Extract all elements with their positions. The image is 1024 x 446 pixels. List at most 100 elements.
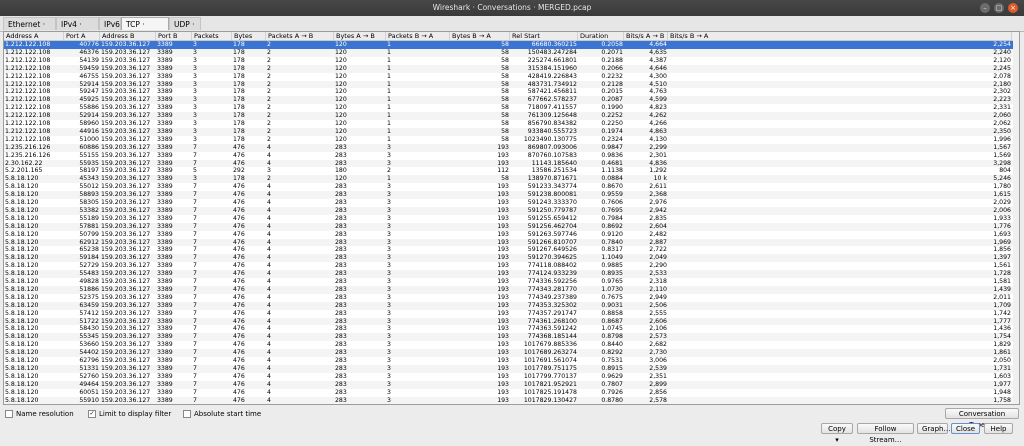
column-header-port-b[interactable]: Port B — [156, 32, 192, 40]
table-row[interactable]: 5.8.18.120 52729 159.203.36.127 3389 7 476 4 28… — [4, 262, 1019, 270]
table-row[interactable]: 2.30.162.22 55935 159.203.36.127 3389 7 476 4 2… — [4, 159, 1019, 168]
graph-button[interactable]: Graph… — [917, 423, 950, 434]
tab-ipv4[interactable]: IPv4 · 667 — [56, 17, 99, 42]
table-row[interactable]: 1.212.122.108 45925 159.203.36.127 3389 3 178… — [4, 96, 1019, 105]
column-header-bps-b-a[interactable]: Bits/s B → A — [668, 32, 1012, 40]
table-row[interactable]: 1.212.122.108 59459 159.203.36.127 3389 3 178… — [4, 64, 1019, 73]
table-row[interactable]: 5.8.18.120 51886 159.203.36.127 3389 7 476 4 28… — [4, 285, 1019, 294]
table-row[interactable]: 1.212.122.108 52914 159.203.36.127 3389 3 178… — [4, 80, 1019, 89]
table-row[interactable]: 1.212.122.108 46755 159.203.36.127 3389 3 178… — [4, 73, 1019, 81]
cell-port-b: 3389 — [157, 80, 173, 88]
cell-port-b: 3389 — [157, 206, 173, 214]
table-row[interactable]: 5.8.18.120 57881 159.203.36.127 3389 7 476 4 28… — [4, 222, 1019, 231]
table-row[interactable]: 1.212.122.108 52914 159.203.36.127 3389 3 178… — [4, 112, 1019, 120]
table-row[interactable]: 1.212.122.108 51000 159.203.36.127 3389 3 178… — [4, 136, 1019, 144]
cell-bytes-a-b: 283 — [335, 214, 347, 222]
table-row[interactable]: 1.235.216.126 60886 159.203.36.127 3389 7 476… — [4, 143, 1019, 152]
table-row[interactable]: 5.8.18.120 55345 159.203.36.127 3389 7 476 4 28… — [4, 333, 1019, 342]
table-row[interactable]: 1.212.122.108 46376 159.203.36.127 3389 3 178… — [4, 48, 1019, 57]
conversation-types-button[interactable]: Conversation Types ▾ — [945, 408, 1019, 429]
tab-udp[interactable]: UDP · 1 — [169, 17, 201, 42]
cell-bytes: 178 — [233, 56, 245, 64]
cell-bps-b-a: 1,829 — [993, 341, 1011, 349]
cell-port-b: 3389 — [157, 349, 173, 357]
table-row[interactable]: 5.8.18.120 62796 159.203.36.127 3389 7 476 4 28… — [4, 357, 1019, 365]
table-row[interactable]: 5.8.18.120 54402 159.203.36.127 3389 7 476 4 28… — [4, 349, 1019, 357]
table-row[interactable]: 5.8.18.120 45343 159.203.36.127 3389 3 178 2 12… — [4, 175, 1019, 184]
tab-ipv6[interactable]: IPv6 — [99, 17, 121, 30]
column-header-packets[interactable]: Packets — [192, 32, 232, 40]
table-row[interactable]: 5.8.18.120 53382 159.203.36.127 3389 7 476 4 28… — [4, 206, 1019, 215]
table-row[interactable]: 5.8.18.120 51331 159.203.36.127 3389 7 476 4 28… — [4, 364, 1019, 373]
table-row[interactable]: 5.8.18.120 52760 159.203.36.127 3389 7 476 4 28… — [4, 373, 1019, 381]
table-row[interactable]: 1.212.122.108 44916 159.203.36.127 3389 3 178… — [4, 127, 1019, 136]
column-header-duration[interactable]: Duration — [578, 32, 624, 40]
table-row[interactable]: 5.8.18.120 58305 159.203.36.127 3389 7 476 4 28… — [4, 199, 1019, 207]
maximize-icon[interactable]: □ — [994, 3, 1004, 13]
column-header-bytes[interactable]: Bytes — [232, 32, 266, 40]
cell-packets-a-b: 2 — [267, 80, 271, 88]
cell-address-b: 159.203.36.127 — [101, 120, 151, 127]
table-row[interactable]: 5.8.18.120 52375 159.203.36.127 3389 7 476 4 28… — [4, 294, 1019, 302]
cell-port-a: 55935 — [79, 159, 99, 167]
table-row[interactable]: 5.8.18.120 49464 159.203.36.127 3389 7 476 4 28… — [4, 380, 1019, 389]
table-row[interactable]: 1.212.122.108 55886 159.203.36.127 3389 3 178… — [4, 104, 1019, 112]
tab-tcp[interactable]: TCP · 29969 — [121, 17, 169, 42]
column-header-packets-b-a[interactable]: Packets B → A — [386, 32, 450, 40]
table-row[interactable]: 5.8.18.120 55910 159.203.36.127 3389 7 476 4 28… — [4, 396, 1019, 404]
vertical-scrollbar[interactable] — [1013, 32, 1019, 404]
cell-address-b: 159.203.36.127 — [101, 159, 151, 167]
cell-duration: 0.8692 — [601, 222, 623, 230]
cell-bytes-a-b: 120 — [335, 175, 347, 183]
table-row[interactable]: 5.8.18.120 55012 159.203.36.127 3389 7 476 4 28… — [4, 183, 1019, 191]
table-row[interactable]: 5.8.18.120 55483 159.203.36.127 3389 7 476 4 28… — [4, 270, 1019, 278]
table-row[interactable]: 5.8.18.120 58893 159.203.36.127 3389 7 476 4 28… — [4, 191, 1019, 199]
column-header-packets-a-b[interactable]: Packets A → B — [266, 32, 334, 40]
limit-filter-checkbox[interactable]: ✓ Limit to display filter — [88, 409, 171, 419]
table-row[interactable]: 5.8.18.120 58430 159.203.36.127 3389 7 476 4 28… — [4, 325, 1019, 333]
column-header-port-a[interactable]: Port A — [64, 32, 100, 40]
table-row[interactable]: 5.8.18.120 62912 159.203.36.127 3389 7 476 4 28… — [4, 238, 1019, 247]
table-row[interactable]: 1.235.216.126 55155 159.203.36.127 3389 7 476… — [4, 152, 1019, 160]
cell-packets-a-b: 4 — [267, 206, 271, 214]
cell-port-a: 52914 — [79, 80, 99, 88]
cell-address-b: 159.203.36.127 — [101, 206, 151, 214]
table-row[interactable]: 5.8.18.120 50799 159.203.36.127 3389 7 476 4 28… — [4, 231, 1019, 239]
help-button[interactable]: Help — [984, 423, 1013, 434]
name-resolution-checkbox[interactable]: Name resolution — [5, 409, 74, 419]
table-row[interactable]: 5.8.18.120 59184 159.203.36.127 3389 7 476 4 28… — [4, 254, 1019, 263]
table-row[interactable]: 5.8.18.120 60051 159.203.36.127 3389 7 476 4 28… — [4, 389, 1019, 397]
cell-bps-a-b: 2,351 — [649, 372, 667, 380]
close-icon[interactable]: × — [1008, 3, 1018, 13]
table-row[interactable]: 1.212.122.108 58960 159.203.36.127 3389 3 178… — [4, 120, 1019, 128]
table-row[interactable]: 5.8.18.120 53660 159.203.36.127 3389 7 476 4 28… — [4, 341, 1019, 349]
absolute-start-checkbox[interactable]: Absolute start time — [183, 409, 261, 419]
close-button[interactable]: Close — [951, 423, 980, 434]
column-header-bytes-b-a[interactable]: Bytes B → A — [450, 32, 510, 40]
copy-button[interactable]: Copy ▾ — [821, 423, 853, 444]
column-header-address-a[interactable]: Address A — [4, 32, 64, 40]
cell-bytes-b-a: 193 — [497, 293, 509, 301]
minimize-icon[interactable]: – — [980, 3, 990, 13]
table-row[interactable]: 5.8.18.120 49828 159.203.36.127 3389 7 476 4 28… — [4, 278, 1019, 286]
title-bar: Wireshark · Conversations · MERGED.pcap … — [0, 0, 1024, 16]
cell-bytes: 476 — [233, 333, 245, 341]
follow-stream-button[interactable]: Follow Stream… — [857, 423, 914, 444]
table-row[interactable]: 5.8.18.120 65238 159.203.36.127 3389 7 476 4 28… — [4, 246, 1019, 254]
table-row[interactable]: 1.212.122.108 40776 159.203.36.127 3389 3 178… — [4, 41, 1019, 49]
column-header-address-b[interactable]: Address B — [100, 32, 156, 40]
column-header-bps-a-b[interactable]: Bits/s A → B — [624, 32, 668, 40]
column-header-bytes-a-b[interactable]: Bytes A → B — [334, 32, 386, 40]
table-row[interactable]: 5.8.18.120 63459 159.203.36.127 3389 7 476 4 28… — [4, 301, 1019, 310]
conversation-table[interactable]: Address A Port A Address B Port B Packets Byt… — [3, 31, 1020, 405]
table-row[interactable]: 5.8.18.120 55189 159.203.36.127 3389 7 476 4 28… — [4, 215, 1019, 223]
column-header-rel-start[interactable]: Rel Start — [510, 32, 578, 40]
cell-packets: 7 — [193, 206, 197, 214]
cell-bps-a-b: 2,049 — [649, 254, 667, 262]
table-row[interactable]: 1.212.122.108 59247 159.203.36.127 3389 3 178… — [4, 88, 1019, 96]
table-row[interactable]: 5.8.18.120 57412 159.203.36.127 3389 7 476 4 28… — [4, 310, 1019, 318]
table-row[interactable]: 5.8.18.120 51722 159.203.36.127 3389 7 476 4 28… — [4, 317, 1019, 326]
table-row[interactable]: 5.2.201.165 58197 159.203.36.127 3389 5 292 3 1… — [4, 167, 1019, 175]
table-row[interactable]: 1.212.122.108 54139 159.203.36.127 3389 3 178… — [4, 57, 1019, 65]
tab-ethernet[interactable]: Ethernet · 3 — [3, 17, 56, 42]
